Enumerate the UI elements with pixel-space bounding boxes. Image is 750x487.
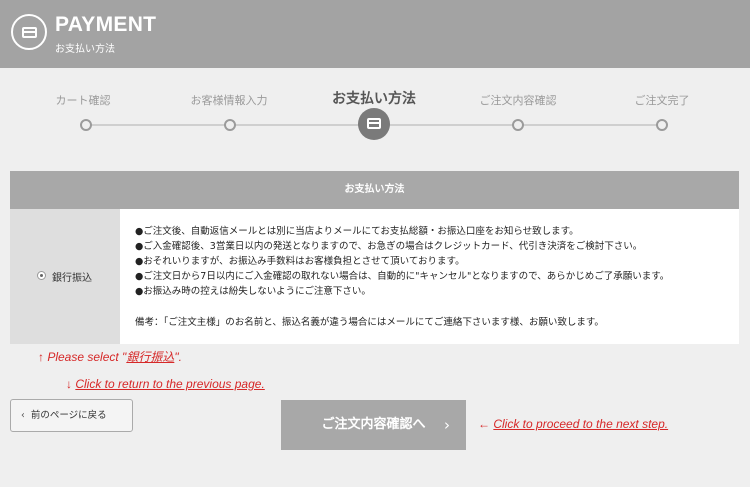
annotation-proceed-arrow: ←: [478, 417, 494, 431]
payment-note: ●おそれいりますが、お振込み手数料はお客様負担とさせて頂いております。: [135, 256, 465, 267]
payment-method-cell: 銀行振込: [10, 209, 120, 344]
payment-table-heading: お支払い方法: [10, 171, 739, 209]
step-label-cart: カート確認: [55, 94, 111, 107]
step-label-customer-info: お客様情報入力: [190, 94, 268, 107]
annotation-select-target: 銀行振込: [126, 350, 175, 364]
payment-note: ●お振込み時の控えは紛失しないようにご注意下さい。: [135, 286, 371, 297]
bank-transfer-radio[interactable]: [37, 271, 46, 280]
step-label-order-confirm: ご注文内容確認: [479, 94, 557, 107]
next-step-button[interactable]: ご注文内容確認へ ›: [281, 400, 466, 450]
annotation-return: ↓ Click to return to the previous page.: [66, 377, 265, 391]
page-title: PAYMENT: [55, 13, 157, 36]
annotation-proceed: ← Click to proceed to the next step.: [478, 417, 668, 431]
annotation-select-suffix: ".: [174, 350, 182, 364]
checkout-steps: カート確認 お客様情報入力 お支払い方法 ご注文内容確認 ご注文完了: [0, 68, 750, 168]
annotation-select-prefix: ↑ Please select ": [38, 350, 127, 364]
step-dot-customer-info: [224, 119, 236, 131]
back-button-label: 前のページに戻る: [30, 410, 107, 421]
next-button-label: ご注文内容確認へ: [321, 417, 426, 432]
chevron-left-icon: ‹: [21, 410, 25, 421]
payment-note: ●ご入金確認後、3営業日以内の発送となりますので、お急ぎの場合はクレジットカード…: [135, 241, 643, 252]
credit-card-icon: [358, 108, 390, 140]
payment-notes: ●ご注文後、自動返信メールとは別に当店よりメールにてお支払総額・お振込口座をお知…: [135, 224, 735, 299]
step-label-complete: ご注文完了: [634, 94, 690, 107]
step-dot-complete: [656, 119, 668, 131]
annotation-return-text: Click to return to the previous page.: [75, 377, 265, 391]
bank-transfer-label[interactable]: 銀行振込: [52, 269, 92, 284]
step-dot-cart: [80, 119, 92, 131]
payment-remark: 備考：「ご注文主様」のお名前と、振込名義が違う場合にはメールにてご連絡下さいます…: [135, 317, 604, 328]
page-header: PAYMENT お支払い方法: [0, 0, 750, 68]
annotation-return-arrow: ↓: [66, 377, 76, 391]
chevron-right-icon: ›: [444, 416, 450, 434]
annotation-proceed-text: Click to proceed to the next step.: [493, 417, 669, 431]
payment-note: ●ご注文日から7日以内にご入金確認の取れない場合は、自動的に"キャンセル"となり…: [135, 271, 670, 282]
credit-card-icon: [11, 14, 47, 50]
payment-note: ●ご注文後、自動返信メールとは別に当店よりメールにてお支払総額・お振込口座をお知…: [135, 226, 579, 237]
payment-method-row: 銀行振込 ●ご注文後、自動返信メールとは別に当店よりメールにてお支払総額・お振込…: [10, 209, 739, 344]
annotation-select: ↑ Please select "銀行振込".: [38, 348, 182, 365]
step-dot-order-confirm: [512, 119, 524, 131]
back-button[interactable]: ‹ 前のページに戻る: [10, 399, 133, 432]
page-subtitle: お支払い方法: [55, 44, 115, 55]
step-label-payment: お支払い方法: [332, 91, 416, 107]
